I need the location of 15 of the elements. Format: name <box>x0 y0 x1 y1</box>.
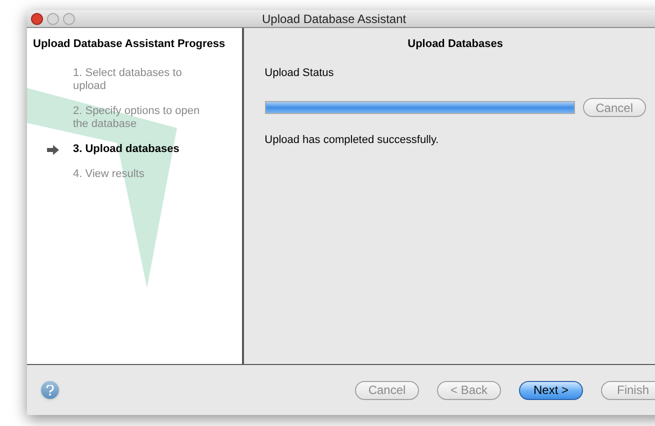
sidebar-title: Upload Database Assistant Progress <box>33 37 226 52</box>
minimize-icon[interactable] <box>47 12 59 24</box>
step-label: 4. View results <box>73 168 146 180</box>
wizard-button[interactable]: Next > <box>519 380 583 400</box>
step-label: 2. Specify options to open the database <box>73 104 201 130</box>
zoom-icon[interactable] <box>63 12 75 24</box>
step-label: 1. Select databases to upload <box>73 66 183 92</box>
status-message: Upload has completed successfully. <box>264 133 440 148</box>
help-icon[interactable] <box>41 381 59 399</box>
step-label: 3. Upload databases <box>73 142 180 156</box>
status-label: Upload Status <box>264 66 335 80</box>
close-icon[interactable] <box>31 12 43 24</box>
window-title: Upload Database Assistant <box>262 10 406 28</box>
arrow-icon <box>47 144 59 154</box>
panel-title: Upload Databases <box>406 37 504 52</box>
